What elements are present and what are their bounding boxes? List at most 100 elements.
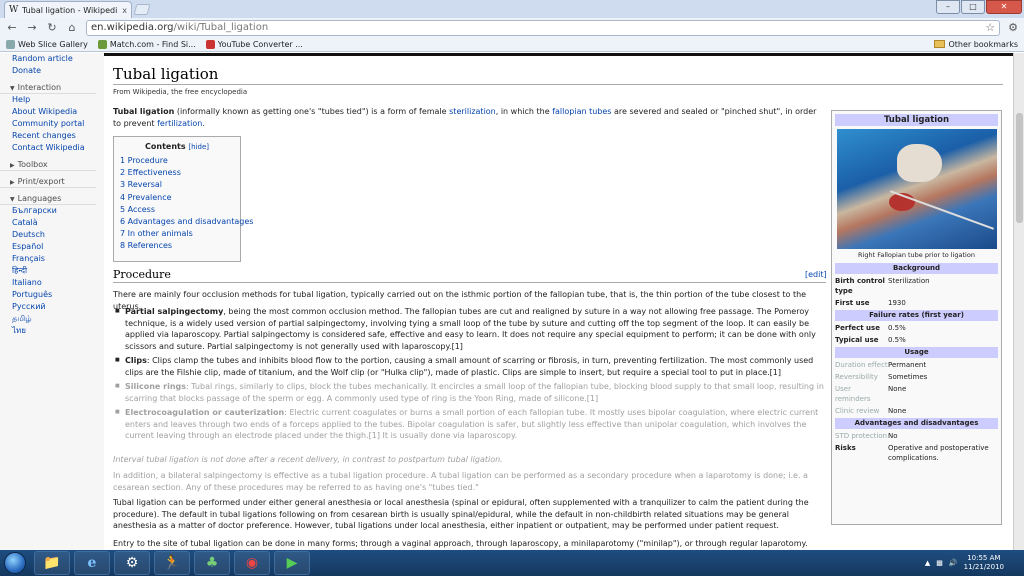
wrench-menu-icon[interactable]: ⚙	[1008, 21, 1018, 34]
row-value: None	[888, 385, 907, 393]
address-bar[interactable]: en.wikipedia.org/wiki/Tubal_ligation ☆	[86, 19, 1001, 36]
new-tab-button[interactable]	[133, 4, 151, 15]
taskbar-aim[interactable]: 🏃	[154, 551, 190, 575]
address-url[interactable]: en.wikipedia.org/wiki/Tubal_ligation	[91, 22, 981, 33]
page-scrollbar[interactable]	[1013, 53, 1024, 550]
app-icon: ♣	[205, 555, 219, 571]
toc-entry[interactable]: 7 In other animals	[120, 228, 234, 240]
network-icon[interactable]: ▩	[936, 559, 943, 567]
sidebar-lang-catalan[interactable]: Català	[0, 217, 104, 229]
wiki-sidebar: Random article Donate ▼ Interaction Help …	[0, 53, 104, 550]
sidebar-item-community-portal[interactable]: Community portal	[0, 118, 104, 130]
surgery-photo[interactable]	[836, 129, 997, 249]
infobox-section-advantages: Advantages and disadvantages	[835, 418, 998, 429]
row-key: User reminders	[835, 385, 871, 403]
taskbar-media-player[interactable]: ▶	[274, 551, 310, 575]
sidebar-item-about[interactable]: About Wikipedia	[0, 106, 104, 118]
link-fallopian-tubes[interactable]: fallopian tubes	[552, 107, 611, 116]
triangle-down-icon: ▼	[10, 85, 15, 92]
sidebar-item-random-article[interactable]: Random article	[0, 53, 104, 65]
sidebar-lang-italian[interactable]: Italiano	[0, 277, 104, 289]
intro-term: Tubal ligation	[113, 107, 175, 116]
taskbar-app-5[interactable]: ♣	[194, 551, 230, 575]
section-label: Toolbox	[17, 160, 48, 169]
taskbar-explorer[interactable]: 📁	[34, 551, 70, 575]
volume-icon[interactable]: 🔊	[949, 559, 958, 567]
toc-entry[interactable]: 1 Procedure	[120, 155, 234, 167]
chrome-icon: ◉	[245, 555, 259, 571]
tab-close-icon[interactable]: x	[122, 6, 127, 15]
sidebar-section-languages[interactable]: ▼ Languages	[0, 192, 96, 205]
other-bookmarks[interactable]: Other bookmarks	[934, 40, 1018, 49]
sidebar-lang-spanish[interactable]: Español	[0, 241, 104, 253]
toc-entry[interactable]: 3 Reversal	[120, 179, 234, 191]
row-value: Sometimes	[888, 373, 928, 381]
reload-icon[interactable]: ↻	[46, 21, 58, 34]
sidebar-lang-tamil[interactable]: தமிழ்	[0, 313, 104, 325]
entry-paragraph: Entry to the site of tubal ligation can …	[113, 539, 808, 548]
addition-paragraph: In addition, a bilateral salpingectomy i…	[113, 471, 808, 492]
start-button[interactable]	[0, 550, 30, 576]
sidebar-lang-hindi[interactable]: हिन्दी	[0, 265, 104, 277]
taskbar-chrome[interactable]: ◉	[234, 551, 270, 575]
taskbar-app-3[interactable]: ⚙	[114, 551, 150, 575]
toc-hide-link[interactable]: [hide]	[188, 143, 209, 151]
edit-section-link[interactable]: [edit]	[805, 270, 827, 279]
sidebar-lang-russian[interactable]: Русский	[0, 301, 104, 313]
toc-entry[interactable]: 2 Effectiveness	[120, 167, 234, 179]
toc-title-label: Contents	[145, 142, 186, 151]
list-item: Clips: Clips clamp the tubes and inhibit…	[113, 355, 825, 378]
sidebar-item-contact[interactable]: Contact Wikipedia	[0, 142, 104, 154]
infobox-row: Typical use 0.5%	[835, 335, 998, 345]
link-fertilization[interactable]: fertilization	[157, 119, 202, 128]
window-close-button[interactable]: ✕	[986, 0, 1022, 14]
bookmark-star-icon[interactable]: ☆	[985, 21, 995, 34]
infobox-section-usage: Usage	[835, 347, 998, 358]
row-key: Reversibility	[835, 373, 878, 381]
taskbar-internet-explorer[interactable]: e	[74, 551, 110, 575]
tab-tubal-ligation[interactable]: W Tubal ligation - Wikipedi... x	[4, 1, 132, 18]
browser-toolbar: ← → ↻ ⌂ en.wikipedia.org/wiki/Tubal_liga…	[0, 18, 1024, 37]
sidebar-item-help[interactable]: Help	[0, 94, 104, 106]
infobox-row: STD protection No	[835, 431, 998, 441]
infobox-row: Perfect use 0.5%	[835, 323, 998, 333]
sidebar-lang-thai[interactable]: ไทย	[0, 325, 104, 337]
back-arrow-icon[interactable]: ←	[6, 21, 18, 34]
title-divider	[113, 84, 1003, 85]
bookmark-label: YouTube Converter ...	[217, 39, 303, 49]
toc-entry[interactable]: 8 References	[120, 240, 234, 252]
intro-paragraph: Tubal ligation (informally known as gett…	[113, 106, 821, 129]
toc-entry[interactable]: 5 Access	[120, 204, 234, 216]
section-heading-procedure: Procedure	[113, 268, 171, 281]
intro-text: , in which the	[495, 107, 553, 116]
sidebar-lang-portuguese[interactable]: Português	[0, 289, 104, 301]
method-term: Clips	[125, 356, 147, 365]
minimize-button[interactable]: –	[936, 0, 960, 14]
sidebar-lang-bulgarian[interactable]: Български	[0, 205, 104, 217]
wikipedia-favicon-icon: W	[9, 4, 19, 15]
article-content: Tubal ligation From Wikipedia, the free …	[104, 53, 1013, 550]
forward-arrow-icon[interactable]: →	[26, 21, 38, 34]
link-sterilization[interactable]: sterilization	[449, 107, 496, 116]
tray-arrow-icon[interactable]: ▲	[925, 559, 930, 567]
maximize-button[interactable]: □	[961, 0, 985, 14]
toc-entry[interactable]: 6 Advantages and disadvantages	[120, 216, 253, 228]
youtube-icon	[205, 39, 215, 49]
home-icon[interactable]: ⌂	[66, 21, 78, 34]
article-tagline: From Wikipedia, the free encyclopedia	[113, 88, 248, 96]
sidebar-item-recent-changes[interactable]: Recent changes	[0, 130, 104, 142]
sidebar-lang-french[interactable]: Français	[0, 253, 104, 265]
sidebar-item-donate[interactable]: Donate	[0, 65, 104, 77]
bookmark-web-slice-gallery[interactable]: Web Slice Gallery	[6, 39, 88, 49]
row-value: Permanent	[888, 361, 927, 369]
bookmark-youtube-converter[interactable]: YouTube Converter ...	[205, 39, 303, 49]
scrollbar-thumb[interactable]	[1016, 113, 1023, 223]
folder-icon: 📁	[43, 555, 61, 571]
clock[interactable]: 10:55 AM 11/21/2010	[964, 554, 1004, 572]
sidebar-lang-german[interactable]: Deutsch	[0, 229, 104, 241]
toc-entry[interactable]: 4 Prevalence	[120, 192, 234, 204]
sidebar-section-interaction[interactable]: ▼ Interaction	[0, 81, 96, 94]
sidebar-section-print[interactable]: ▶ Print/export	[0, 175, 96, 188]
sidebar-section-toolbox[interactable]: ▶ Toolbox	[0, 158, 96, 171]
bookmark-match[interactable]: Match.com - Find Si...	[97, 39, 196, 49]
